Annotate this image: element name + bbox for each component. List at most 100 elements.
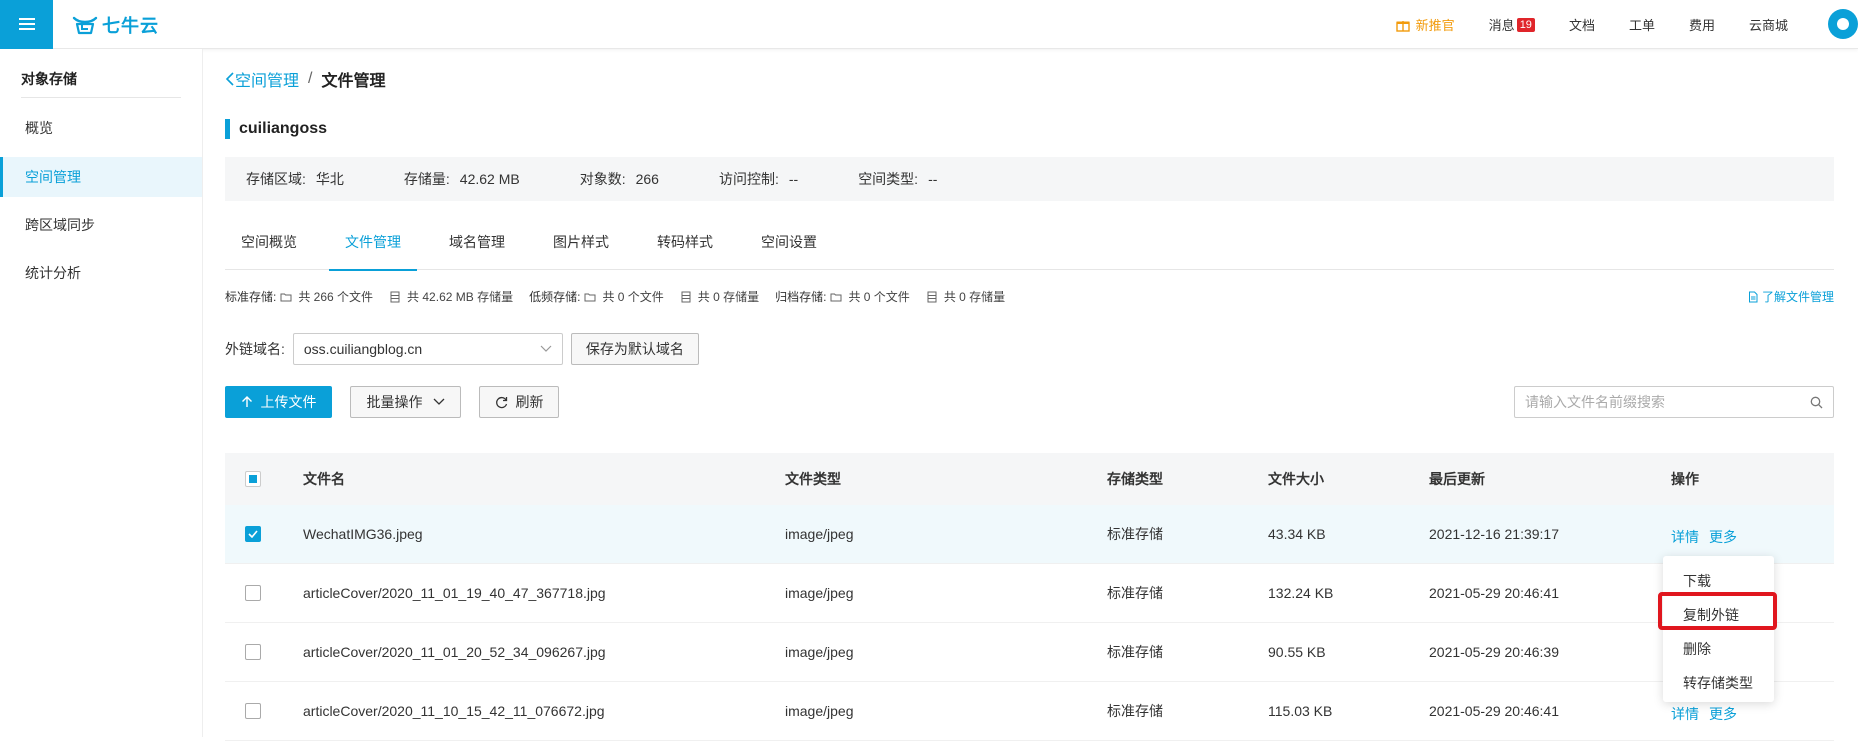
breadcrumb-back-link[interactable]: 空间管理	[225, 67, 299, 91]
sidebar-item-statistics[interactable]: 统计分析	[0, 253, 202, 293]
info-object-count: 对象数: 266	[580, 169, 659, 189]
search-input[interactable]	[1525, 394, 1795, 410]
arrow-up-icon	[241, 396, 252, 407]
tab-file-management[interactable]: 文件管理	[329, 222, 417, 271]
tab-bucket-settings[interactable]: 空间设置	[745, 222, 833, 270]
sidebar-item-buckets[interactable]: 空间管理	[0, 157, 202, 197]
file-type: image/jpeg	[785, 644, 854, 660]
batch-operations-button[interactable]: 批量操作	[350, 386, 461, 418]
file-type: image/jpeg	[785, 526, 854, 542]
nav-promo[interactable]: 新推官	[1395, 15, 1455, 34]
avatar[interactable]	[1828, 9, 1858, 39]
table-row: WechatIMG36.jpeg image/jpeg 标准存储 43.34 K…	[225, 505, 1834, 564]
table-header: 文件名 文件类型 存储类型 文件大小 最后更新 操作	[225, 453, 1834, 505]
nav-messages[interactable]: 消息 19	[1489, 15, 1535, 34]
sidebar-item-cross-region-sync[interactable]: 跨区域同步	[0, 205, 202, 245]
tab-transcode-styles[interactable]: 转码样式	[641, 222, 729, 270]
info-storage: 存储量: 42.62 MB	[404, 169, 520, 189]
more-link[interactable]: 更多	[1709, 704, 1737, 724]
standard-storage-label: 标准存储:	[225, 290, 277, 304]
search-box	[1514, 386, 1834, 418]
menu-item-delete[interactable]: 删除	[1663, 632, 1774, 666]
info-value: 266	[635, 171, 659, 187]
logo[interactable]: 七牛云	[72, 12, 159, 38]
search-icon[interactable]	[1810, 396, 1823, 409]
row-checkbox[interactable]	[245, 703, 261, 719]
upload-file-button[interactable]: 上传文件	[225, 386, 332, 418]
select-all-checkbox[interactable]	[245, 471, 261, 487]
folder-icon	[280, 293, 292, 301]
archive-size-stat: 共 0 存储量	[926, 288, 1005, 305]
batch-label: 批量操作	[366, 394, 423, 410]
learn-link-text: 了解文件管理	[1761, 290, 1834, 304]
upload-label: 上传文件	[260, 394, 317, 410]
sidebar-item-overview[interactable]: 概览	[0, 108, 202, 148]
storage-type: 标准存储	[1107, 526, 1163, 542]
storage-type: 标准存储	[1107, 585, 1163, 601]
row-checkbox-cell	[225, 585, 303, 601]
last-updated: 2021-05-29 20:46:41	[1429, 585, 1559, 601]
sidebar: 对象存储 概览 空间管理 跨区域同步 统计分析	[0, 49, 203, 737]
last-updated: 2021-05-29 20:46:41	[1429, 703, 1559, 719]
refresh-icon	[495, 396, 507, 408]
menu-item-change-storage-type[interactable]: 转存储类型	[1663, 666, 1774, 700]
save-default-domain-button[interactable]: 保存为默认域名	[570, 333, 699, 365]
info-region: 存储区域: 华北	[246, 169, 344, 189]
row-checkbox[interactable]	[245, 644, 261, 660]
detail-link[interactable]: 详情	[1671, 704, 1699, 724]
stat-text: 共 0 个文件	[848, 290, 910, 304]
file-type: image/jpeg	[785, 585, 854, 601]
info-bucket-type: 空间类型: --	[858, 169, 937, 189]
highlight-annotation	[1658, 592, 1777, 630]
col-header-updated: 最后更新	[1429, 471, 1485, 487]
check-icon	[248, 530, 258, 538]
nav-billing[interactable]: 费用	[1689, 15, 1715, 34]
col-header-storage: 存储类型	[1107, 471, 1163, 487]
storage-type: 标准存储	[1107, 644, 1163, 660]
database-icon	[390, 291, 400, 302]
col-header-name[interactable]: 文件名	[303, 469, 785, 489]
tab-bucket-overview[interactable]: 空间概览	[225, 222, 313, 270]
learn-file-management-link[interactable]: 了解文件管理	[1747, 288, 1834, 305]
menu-button[interactable]	[0, 0, 53, 49]
top-nav: 新推官 消息 19 文档 工单 费用 云商城	[1362, 0, 1788, 49]
domain-row: 外链域名: oss.cuiliangblog.cn 保存为默认域名	[225, 333, 699, 365]
info-label: 空间类型:	[858, 171, 919, 187]
main-content: 空间管理 / 文件管理 cuiliangoss 存储区域: 华北 存储量: 42.6…	[203, 49, 1858, 741]
breadcrumb: 空间管理 / 文件管理	[225, 67, 385, 91]
stat-text: 共 0 个文件	[602, 290, 664, 304]
folder-icon	[584, 293, 596, 301]
chevron-left-icon	[225, 72, 234, 86]
folder-icon	[830, 293, 842, 301]
last-updated: 2021-12-16 21:39:17	[1429, 526, 1559, 542]
row-checkbox[interactable]	[245, 585, 261, 601]
col-header-size: 文件大小	[1268, 471, 1324, 487]
standard-files-stat: 共 266 个文件	[280, 288, 373, 305]
detail-link[interactable]: 详情	[1671, 527, 1699, 547]
nav-tickets[interactable]: 工单	[1629, 15, 1655, 34]
file-name: articleCover/2020_11_01_20_52_34_096267.…	[303, 644, 606, 660]
refresh-label: 刷新	[515, 394, 544, 410]
domain-select[interactable]: oss.cuiliangblog.cn	[292, 333, 563, 365]
archive-storage-label: 归档存储:	[775, 290, 827, 304]
database-icon	[927, 291, 937, 302]
file-name: articleCover/2020_11_01_19_40_47_367718.…	[303, 585, 606, 601]
refresh-button[interactable]: 刷新	[479, 386, 559, 418]
logo-text: 七牛云	[102, 16, 159, 36]
info-label: 存储区域:	[246, 171, 306, 187]
tab-image-styles[interactable]: 图片样式	[537, 222, 625, 270]
lowfreq-size-stat: 共 0 存储量	[680, 288, 759, 305]
top-bar: 七牛云 新推官 消息 19 文档 工单 费用 云商城	[0, 0, 1858, 49]
more-link[interactable]: 更多	[1709, 527, 1737, 547]
nav-marketplace[interactable]: 云商城	[1749, 15, 1788, 34]
database-icon	[681, 291, 691, 302]
info-value: --	[788, 171, 799, 187]
row-checkbox[interactable]	[245, 526, 261, 542]
lowfreq-files-stat: 共 0 个文件	[584, 288, 664, 305]
table-row: articleCover/2020_11_01_20_52_34_096267.…	[225, 623, 1834, 682]
message-count-badge: 19	[1516, 17, 1535, 32]
tab-domain-management[interactable]: 域名管理	[433, 222, 521, 270]
nav-docs[interactable]: 文档	[1569, 15, 1595, 34]
chevron-down-icon	[540, 345, 552, 352]
file-size: 90.55 KB	[1268, 644, 1326, 660]
